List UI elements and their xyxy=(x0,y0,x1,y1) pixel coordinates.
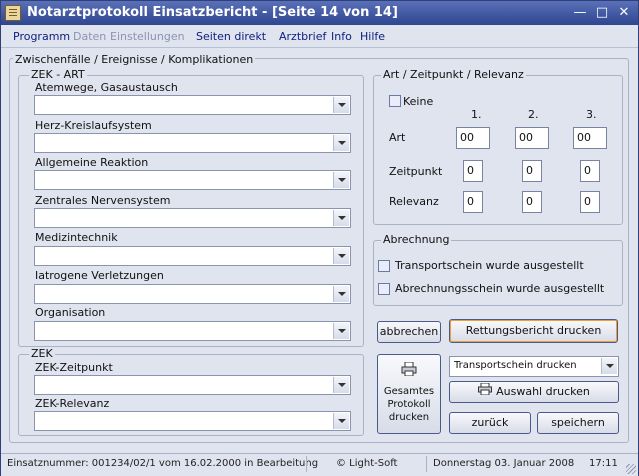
transportschein-label: Transportschein wurde ausgestellt xyxy=(395,259,584,272)
medizintechnik-select[interactable] xyxy=(34,246,351,266)
abrechnung-label: Abrechnung xyxy=(381,233,452,246)
abrechnung-group xyxy=(373,240,623,306)
status-copyright: © Light-Soft xyxy=(336,458,398,469)
zeitpunkt-row-label: Zeitpunkt xyxy=(389,165,443,178)
auswahl-drucken-label: Auswahl drucken xyxy=(496,385,590,398)
herz-kreislauf-select[interactable] xyxy=(34,133,351,153)
gesamtes-line-2: Protokoll xyxy=(387,399,431,410)
status-divider xyxy=(426,456,427,472)
art-row-label: Art xyxy=(389,131,406,144)
app-icon[interactable] xyxy=(5,5,21,21)
rettungsbericht-drucken-button[interactable]: Rettungsbericht drucken xyxy=(449,319,618,343)
close-button[interactable]: ✕ xyxy=(615,4,633,22)
art-1-input[interactable]: 00 xyxy=(456,127,490,149)
speichern-button[interactable]: speichern xyxy=(537,412,619,434)
gesamtes-line-3: drucken xyxy=(388,412,430,423)
col-3-header: 3. xyxy=(586,108,597,121)
chevron-down-icon[interactable] xyxy=(333,248,349,264)
menu-info[interactable]: Info xyxy=(331,30,352,43)
menu-programm[interactable]: Programm xyxy=(13,30,70,43)
chevron-down-icon[interactable] xyxy=(333,323,349,339)
printer-icon xyxy=(478,382,493,402)
abrechnungsschein-label: Abrechnungsschein wurde ausgestellt xyxy=(395,282,605,295)
col-2-header: 2. xyxy=(528,108,539,121)
iatrogene-select[interactable] xyxy=(34,284,351,304)
minimize-button[interactable]: — xyxy=(571,4,589,22)
zwischenfaelle-label: Zwischenfälle / Ereignisse / Komplikatio… xyxy=(13,53,256,66)
menu-bar: Programm Daten Einstellungen Seiten dire… xyxy=(1,25,638,48)
zurueck-button[interactable]: zurück xyxy=(449,412,531,434)
menu-seiten-direkt[interactable]: Seiten direkt xyxy=(196,30,266,43)
status-time: 17:11 xyxy=(589,458,618,469)
chevron-down-icon[interactable] xyxy=(333,286,349,302)
relevanz-1-input[interactable]: 0 xyxy=(463,191,483,213)
menu-daten: Daten xyxy=(73,30,107,43)
zeitpunkt-1-input[interactable]: 0 xyxy=(463,160,483,182)
art-zeit-label: Art / Zeitpunkt / Relevanz xyxy=(381,68,526,81)
transportschein-checkbox[interactable] xyxy=(378,260,390,272)
zek-zeitpunkt-label: ZEK-Zeitpunkt xyxy=(35,361,113,374)
status-date: Donnerstag 03. Januar 2008 xyxy=(433,458,575,469)
menu-hilfe[interactable]: Hilfe xyxy=(360,30,385,43)
zns-label: Zentrales Nervensystem xyxy=(35,194,171,207)
keine-checkbox[interactable] xyxy=(389,95,401,107)
menu-einstellungen: Einstellungen xyxy=(110,30,185,43)
chevron-down-icon[interactable] xyxy=(333,377,349,393)
zek-zeitpunkt-select[interactable] xyxy=(34,375,351,395)
iatrogene-label: Iatrogene Verletzungen xyxy=(35,269,164,282)
druck-auswahl-value: Transportschein drucken xyxy=(454,360,577,371)
atemwege-label: Atemwege, Gasaustausch xyxy=(35,81,178,94)
zek-relevanz-label: ZEK-Relevanz xyxy=(35,397,110,410)
col-1-header: 1. xyxy=(471,108,482,121)
herz-kreislauf-label: Herz-Kreislaufsystem xyxy=(35,119,152,132)
zeitpunkt-2-input[interactable]: 0 xyxy=(522,160,542,182)
main-window: Notarztprotokoll Einsatzbericht - [Seite… xyxy=(0,0,639,476)
zns-select[interactable] xyxy=(34,208,351,228)
status-einsatznummer: Einsatznummer: 001234/02/1 vom 16.02.200… xyxy=(7,458,319,469)
title-bar[interactable]: Notarztprotokoll Einsatzbericht - [Seite… xyxy=(1,1,638,25)
status-bar: Einsatznummer: 001234/02/1 vom 16.02.200… xyxy=(1,453,638,476)
menu-arztbrief[interactable]: Arztbrief xyxy=(279,30,326,43)
resize-grip-icon[interactable] xyxy=(626,464,636,474)
atemwege-select[interactable] xyxy=(34,95,351,115)
chevron-down-icon[interactable] xyxy=(333,210,349,226)
gesamtes-protokoll-drucken-button[interactable]: Gesamtes Protokoll drucken xyxy=(377,354,441,434)
organisation-select[interactable] xyxy=(34,321,351,341)
relevanz-2-input[interactable]: 0 xyxy=(522,191,542,213)
zeitpunkt-3-input[interactable]: 0 xyxy=(580,160,600,182)
zek-label: ZEK xyxy=(29,347,55,360)
abrechnungsschein-checkbox[interactable] xyxy=(378,283,390,295)
chevron-down-icon[interactable] xyxy=(333,97,349,113)
druck-auswahl-select[interactable]: Transportschein drucken xyxy=(449,356,619,377)
auswahl-drucken-button[interactable]: Auswahl drucken xyxy=(449,381,619,403)
status-divider xyxy=(306,456,307,472)
relevanz-3-input[interactable]: 0 xyxy=(580,191,600,213)
zek-art-label: ZEK - ART xyxy=(29,68,87,81)
allgemeine-reaktion-select[interactable] xyxy=(34,170,351,190)
zek-relevanz-select[interactable] xyxy=(34,411,351,431)
organisation-label: Organisation xyxy=(35,306,106,319)
art-2-input[interactable]: 00 xyxy=(515,127,549,149)
relevanz-row-label: Relevanz xyxy=(389,195,439,208)
keine-label: Keine xyxy=(403,95,434,108)
art-3-input[interactable]: 00 xyxy=(573,127,607,149)
abbrechen-button[interactable]: abbrechen xyxy=(377,321,441,343)
chevron-down-icon[interactable] xyxy=(601,358,617,374)
maximize-button[interactable]: □ xyxy=(593,4,611,22)
chevron-down-icon[interactable] xyxy=(333,172,349,188)
gesamtes-line-1: Gesamtes xyxy=(383,386,435,397)
medizintechnik-label: Medizintechnik xyxy=(35,231,118,244)
chevron-down-icon[interactable] xyxy=(333,135,349,151)
printer-icon xyxy=(401,361,417,377)
allgemeine-reaktion-label: Allgemeine Reaktion xyxy=(35,156,149,169)
window-title: Notarztprotokoll Einsatzbericht - [Seite… xyxy=(27,5,398,20)
chevron-down-icon[interactable] xyxy=(333,413,349,429)
